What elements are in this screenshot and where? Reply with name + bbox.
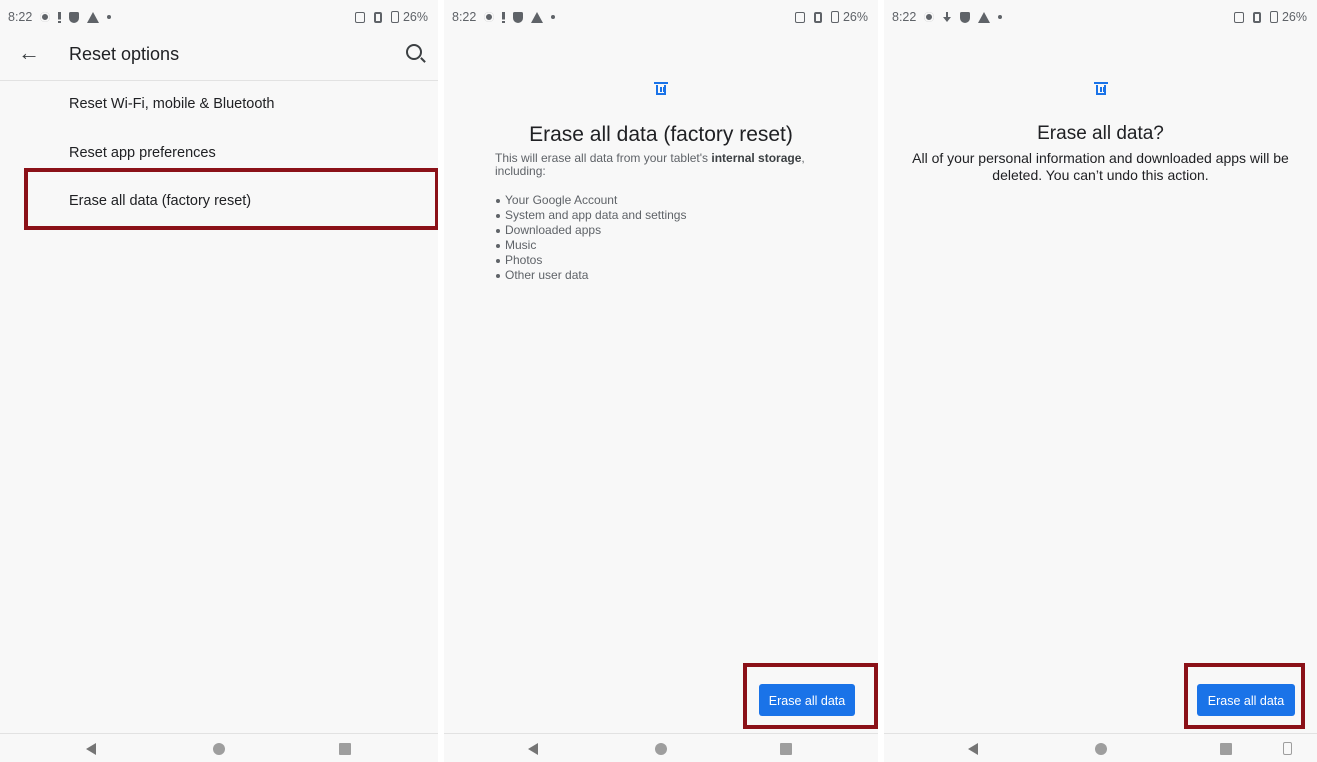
vibrate-icon [1252,11,1261,23]
settings-icon [924,12,935,22]
list-item: System and app data and settings [495,208,686,223]
factory-reset-screen: 8:22 26% Erase all data (factory reset) … [444,0,878,762]
nfc-icon [354,11,365,23]
battery-icon [1269,11,1278,23]
erase-warning-text: All of your personal information and dow… [912,150,1289,183]
notification-dot-icon [551,15,556,19]
nav-recents-icon[interactable] [339,743,351,755]
nav-recents-icon[interactable] [780,743,792,755]
rotate-icon[interactable] [1283,742,1292,755]
navigation-bar [884,733,1317,762]
navigation-bar [0,733,438,762]
alert-icon [502,11,506,23]
vibrate-icon [373,11,382,23]
nfc-icon [794,11,805,23]
battery-icon [390,11,399,23]
alert-icon [58,11,62,23]
battery-level: 26% [842,10,868,24]
nav-home-icon[interactable] [213,743,225,755]
nav-back-icon[interactable] [528,743,538,755]
highlight-box-erase-button [1184,663,1305,729]
shield-icon [960,11,971,23]
status-time: 8:22 [8,10,33,24]
divider [0,80,438,81]
status-time: 8:22 [452,10,477,24]
page-title: Reset options [69,44,180,64]
battery-level: 26% [1281,10,1307,24]
highlight-box-factory-reset [24,168,438,230]
list-item: Photos [495,253,686,268]
navigation-bar [444,733,878,762]
battery-level: 26% [402,10,428,24]
back-arrow-icon[interactable]: ← [18,40,40,66]
list-item: Your Google Account [495,193,686,208]
list-item: Other user data [495,268,686,283]
trash-icon [654,82,668,95]
warning-icon [531,11,544,23]
settings-icon [484,12,495,22]
description-bold: internal storage [711,151,802,165]
description-suffix: , [801,151,805,165]
nav-home-icon[interactable] [1095,743,1107,755]
status-bar: 8:22 26% [0,6,438,28]
nav-back-icon[interactable] [968,743,978,755]
factory-reset-description: This will erase all data from your table… [495,152,835,178]
status-time: 8:22 [892,10,917,24]
list-item: Music [495,238,686,253]
page-title: Erase all data? [1037,123,1164,144]
shield-icon [513,11,524,23]
search-icon[interactable] [406,44,422,60]
reset-app-preferences-item[interactable]: Reset app preferences [69,145,216,161]
description-text: This will erase all data from your table… [495,151,712,165]
warning-icon [978,11,991,23]
nav-back-icon[interactable] [86,743,96,755]
shield-icon [69,11,80,23]
nfc-icon [1233,11,1244,23]
battery-icon [830,11,839,23]
app-bar: ← Reset options [0,30,438,80]
reset-options-screen: 8:22 26% ← Reset options Reset Wi-Fi, mo… [0,0,438,762]
notification-dot-icon [107,15,112,19]
settings-icon [40,12,51,22]
vibrate-icon [813,11,822,23]
warning-icon [87,11,100,23]
erased-data-list: Your Google Account System and app data … [495,193,686,283]
description-line2: including: [495,164,546,178]
highlight-box-erase-button [743,663,878,729]
erase-confirmation-screen: 8:22 26% Erase all data? All of your per… [884,0,1317,762]
status-bar: 8:22 26% [444,6,878,28]
nav-recents-icon[interactable] [1220,743,1232,755]
page-title: Erase all data (factory reset) [529,123,793,146]
nav-home-icon[interactable] [655,743,667,755]
trash-icon [1094,82,1108,95]
download-icon [942,11,952,23]
notification-dot-icon [998,15,1003,19]
reset-network-item[interactable]: Reset Wi-Fi, mobile & Bluetooth [69,96,275,112]
status-bar: 8:22 26% [884,6,1317,28]
list-item: Downloaded apps [495,223,686,238]
